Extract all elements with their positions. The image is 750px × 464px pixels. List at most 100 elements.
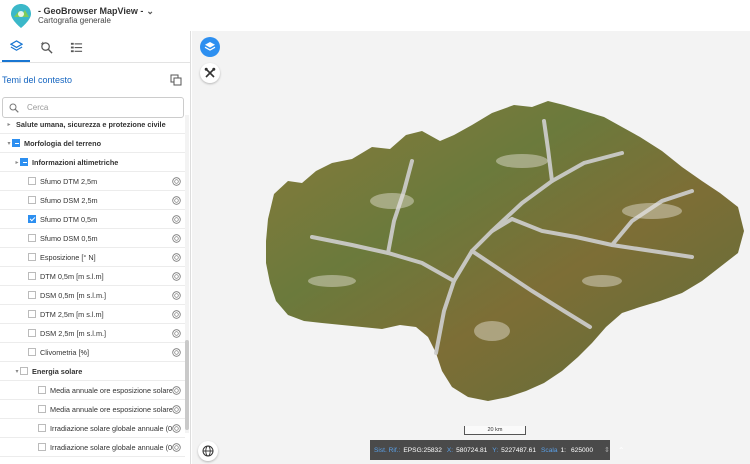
tree-row-label: Sfumo DTM 2,5m: [40, 176, 98, 186]
layer-checkbox[interactable]: [28, 291, 36, 299]
sidebar-scrollbar-thumb[interactable]: [185, 340, 189, 430]
layers-icon: [204, 42, 216, 51]
layer-tree: ▸ Salute umana, sicurezza e protezione ci…: [0, 115, 185, 457]
tree-row[interactable]: Media annuale ore esposizione solare (0.…: [0, 381, 185, 400]
info-icon[interactable]: [172, 195, 181, 205]
layer-checkbox[interactable]: [20, 367, 28, 375]
search-input[interactable]: [27, 103, 167, 112]
tree-row-label: DTM 0,5m [m s.l.m]: [40, 271, 104, 281]
search-icon: [9, 103, 19, 113]
tab-search[interactable]: [32, 32, 60, 62]
tree-row[interactable]: Sfumo DTM 2,5m: [0, 172, 185, 191]
info-icon[interactable]: [172, 347, 181, 357]
tree-row-label: Irradiazione solare globale annuale (0,5…: [50, 423, 172, 433]
tree-row[interactable]: Media annuale ore esposizione solare (0.…: [0, 400, 185, 419]
layer-checkbox[interactable]: [38, 405, 46, 413]
tree-row-label: DTM 2,5m [m s.l.m]: [40, 309, 104, 319]
layer-checkbox[interactable]: [28, 234, 36, 242]
info-icon[interactable]: [172, 271, 181, 281]
search-tab-icon: [40, 41, 53, 54]
layer-checkbox[interactable]: [28, 253, 36, 261]
layer-checkbox[interactable]: [38, 443, 46, 451]
tree-row[interactable]: DTM 0,5m [m s.l.m]: [0, 267, 185, 286]
info-icon[interactable]: [172, 290, 181, 300]
tree-row-label: Sfumo DSM 0,5m: [40, 233, 98, 243]
tree-row-label: Salute umana, sicurezza e protezione civ…: [16, 119, 166, 129]
info-icon[interactable]: [172, 404, 181, 414]
layer-checkbox[interactable]: [28, 348, 36, 356]
scale-bar: 20 km: [464, 426, 526, 435]
tab-legend[interactable]: [62, 32, 90, 62]
layer-checkbox[interactable]: [12, 139, 20, 147]
tools-icon: [204, 67, 216, 78]
tree-row-label: Esposizione [° N]: [40, 252, 96, 262]
tree-row[interactable]: DSM 2,5m [m s.l.m.]: [0, 324, 185, 343]
scale-value[interactable]: 625000: [571, 447, 593, 454]
tab-layers[interactable]: [2, 32, 30, 62]
legend-tab-icon: [70, 42, 82, 52]
tree-row-label: DSM 2,5m [m s.l.m.]: [40, 328, 107, 338]
app-header: - GeoBrowser MapView - ⌄ Cartografia gen…: [0, 0, 750, 31]
expand-up-icon[interactable]: ⌃: [618, 446, 625, 455]
logo-icon: [11, 3, 31, 28]
layer-checkbox[interactable]: [28, 272, 36, 280]
region-terrain: [266, 101, 744, 401]
header-titles[interactable]: - GeoBrowser MapView - ⌄ Cartografia gen…: [38, 6, 154, 26]
info-icon[interactable]: [172, 214, 181, 224]
app-root: - GeoBrowser MapView - ⌄ Cartografia gen…: [0, 0, 750, 464]
scale-spinner-icon[interactable]: ⇕: [604, 446, 610, 454]
tree-row[interactable]: Sfumo DSM 2,5m: [0, 191, 185, 210]
chevron-down-icon[interactable]: ⌄: [146, 6, 154, 16]
coordinate-bar: Sist. Rif.: EPSG:25832 X: 580724.81 Y: 5…: [370, 440, 625, 460]
tree-row[interactable]: Irradiazione solare globale annuale (0,5…: [0, 438, 185, 457]
tree-row[interactable]: Esposizione [° N]: [0, 248, 185, 267]
layer-checkbox[interactable]: [38, 424, 46, 432]
info-icon[interactable]: [172, 233, 181, 243]
scale-prefix: 1:: [560, 446, 567, 454]
info-icon[interactable]: [172, 423, 181, 433]
tree-row[interactable]: ▸ Informazioni altimetriche: [0, 153, 185, 172]
info-icon[interactable]: [172, 252, 181, 262]
basemap-button[interactable]: [198, 441, 218, 461]
y-label: Y:: [492, 446, 499, 454]
info-icon[interactable]: [172, 385, 181, 395]
expand-toggle-icon[interactable]: ▸: [6, 121, 12, 128]
tree-row[interactable]: Sfumo DSM 0,5m: [0, 229, 185, 248]
info-icon[interactable]: [172, 442, 181, 452]
panel-title: Temi del contesto: [2, 75, 73, 85]
layer-checkbox[interactable]: [20, 158, 28, 166]
tools-button[interactable]: [200, 63, 220, 83]
tree-row-label: Clivometria [%]: [40, 347, 90, 357]
panel-header: Temi del contesto: [0, 63, 190, 97]
layers-button[interactable]: [200, 37, 220, 57]
srs-value[interactable]: EPSG:25832: [403, 447, 442, 454]
tree-row[interactable]: DSM 0,5m [m s.l.m.]: [0, 286, 185, 305]
tree-row[interactable]: ▾ Energia solare: [0, 362, 185, 381]
layer-checkbox[interactable]: [38, 386, 46, 394]
map-view[interactable]: 20 km Sist. Rif.: EPSG:25832 X: 580724.8…: [192, 31, 750, 464]
info-icon[interactable]: [172, 176, 181, 186]
layer-checkbox[interactable]: [28, 177, 36, 185]
tree-row[interactable]: DTM 2,5m [m s.l.m]: [0, 305, 185, 324]
x-value: 580724.81: [456, 446, 488, 454]
x-label: X:: [446, 446, 454, 454]
info-icon[interactable]: [172, 309, 181, 319]
layer-checkbox[interactable]: [28, 196, 36, 204]
tree-row[interactable]: Sfumo DTM 0,5m: [0, 210, 185, 229]
tree-row[interactable]: ▾ Morfologia del terreno: [0, 134, 185, 153]
tree-row[interactable]: Clivometria [%]: [0, 343, 185, 362]
layer-checkbox[interactable]: [28, 329, 36, 337]
tree-row-label: Sfumo DSM 2,5m: [40, 195, 98, 205]
copy-icon[interactable]: [170, 74, 182, 86]
app-title[interactable]: - GeoBrowser MapView - ⌄: [38, 6, 154, 16]
scale-label: Scala: [541, 446, 558, 454]
tree-row-label: Sfumo DTM 0,5m: [40, 214, 98, 224]
tree-row[interactable]: ▸ Salute umana, sicurezza e protezione ci…: [0, 115, 185, 134]
map-canvas[interactable]: [192, 31, 750, 464]
srs-label: Sist. Rif.:: [374, 446, 401, 454]
tree-row-label: Irradiazione solare globale annuale (0,5…: [50, 442, 172, 452]
layer-checkbox[interactable]: [28, 310, 36, 318]
tree-row[interactable]: Irradiazione solare globale annuale (0,5…: [0, 419, 185, 438]
info-icon[interactable]: [172, 328, 181, 338]
layer-checkbox[interactable]: [28, 215, 36, 223]
